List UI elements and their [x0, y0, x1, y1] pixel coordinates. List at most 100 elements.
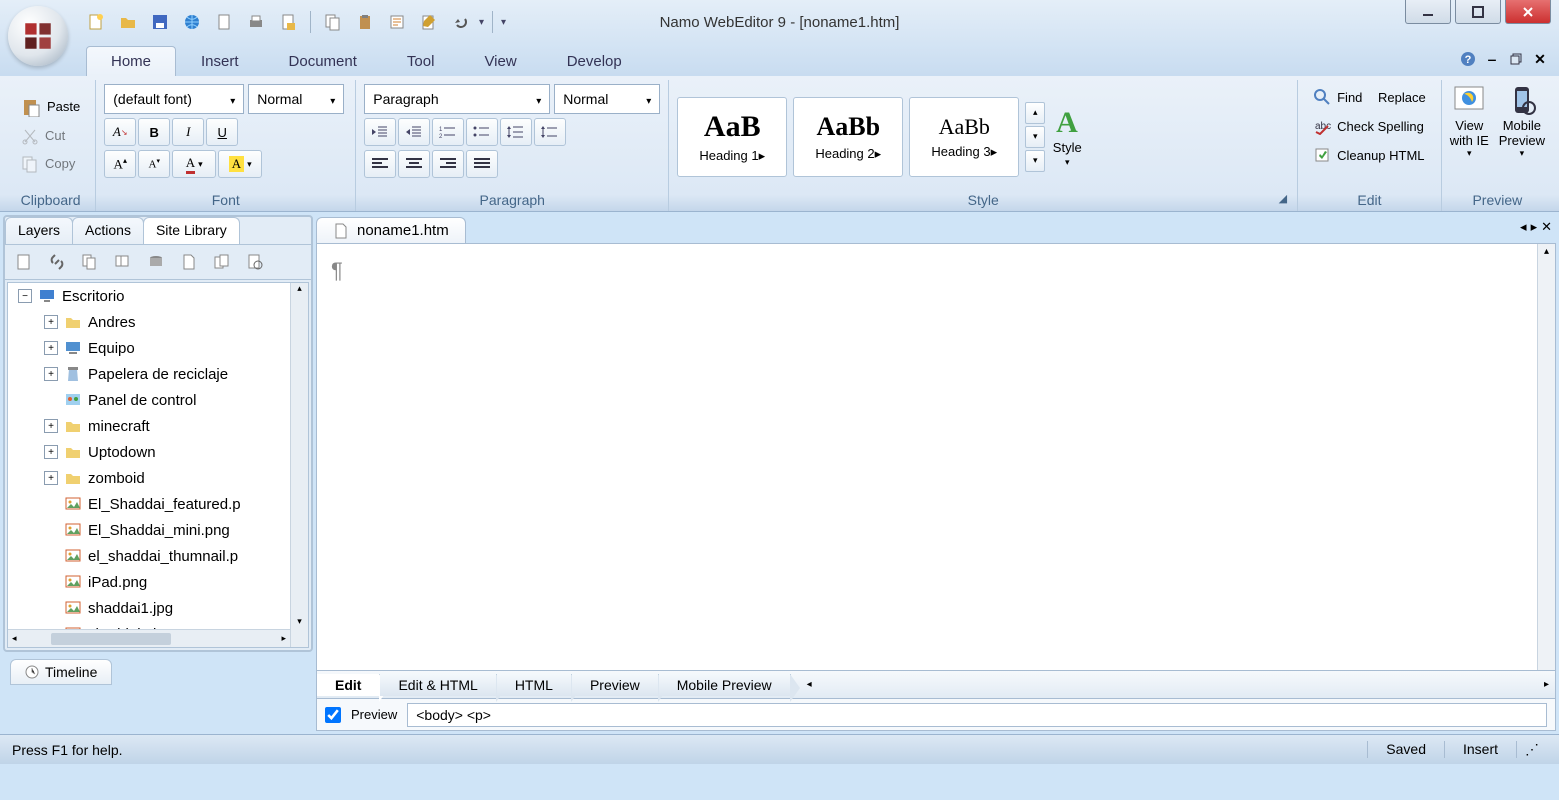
style-heading3[interactable]: AaBbHeading 3▸: [909, 97, 1019, 177]
file-tree[interactable]: −Escritorio+Andres+Equipo+Papelera de re…: [7, 282, 309, 648]
print-button[interactable]: [242, 8, 270, 36]
tab-insert[interactable]: Insert: [176, 46, 264, 76]
tab-site-library[interactable]: Site Library: [143, 217, 240, 244]
site-link-button[interactable]: [42, 249, 72, 275]
bold-button[interactable]: B: [138, 118, 170, 146]
style-gallery-scroll[interactable]: ▴▾▾: [1025, 102, 1045, 172]
tree-node[interactable]: +Andres: [8, 309, 308, 335]
copy-button[interactable]: [319, 8, 347, 36]
save-button[interactable]: [146, 8, 174, 36]
tree-node[interactable]: iPad.png: [8, 569, 308, 595]
site-new-button[interactable]: [9, 249, 39, 275]
print-preview-button[interactable]: [210, 8, 238, 36]
tree-node[interactable]: +Uptodown: [8, 439, 308, 465]
underline-button[interactable]: U: [206, 118, 238, 146]
tab-document[interactable]: Document: [264, 46, 382, 76]
paste-button[interactable]: [351, 8, 379, 36]
site-page-button[interactable]: [174, 249, 204, 275]
font-color-button[interactable]: A▾: [172, 150, 216, 178]
tree-node[interactable]: +Papelera de reciclaje: [8, 361, 308, 387]
editor-vscrollbar[interactable]: ▴: [1537, 244, 1555, 670]
tab-develop[interactable]: Develop: [542, 46, 647, 76]
attach-button[interactable]: [274, 8, 302, 36]
minimize-button[interactable]: [1405, 0, 1451, 24]
form-button[interactable]: [383, 8, 411, 36]
edit-button[interactable]: [415, 8, 443, 36]
status-resize-grip[interactable]: ⋰: [1516, 741, 1547, 758]
web-button[interactable]: [178, 8, 206, 36]
grow-font-button[interactable]: A▴: [104, 150, 136, 178]
element-path[interactable]: <body> <p>: [407, 703, 1547, 727]
font-size-select[interactable]: Normal: [248, 84, 344, 114]
paste-button-ribbon[interactable]: Paste: [14, 93, 87, 121]
tree-node[interactable]: −Escritorio: [8, 283, 308, 309]
highlight-button[interactable]: A▾: [218, 150, 262, 178]
tree-node[interactable]: +Equipo: [8, 335, 308, 361]
tab-home[interactable]: Home: [86, 46, 176, 76]
vtab-preview[interactable]: Preview: [572, 674, 659, 696]
help-button[interactable]: ?: [1459, 50, 1477, 68]
tab-actions[interactable]: Actions: [72, 217, 144, 244]
line-spacing-button[interactable]: [500, 118, 532, 146]
font-name-select[interactable]: (default font): [104, 84, 244, 114]
vtab-html[interactable]: HTML: [497, 674, 572, 696]
qat-customize-dropdown[interactable]: ▾: [501, 17, 506, 28]
align-center-button[interactable]: [398, 150, 430, 178]
clear-format-button[interactable]: A↘: [104, 118, 136, 146]
tree-node[interactable]: El_Shaddai_featured.p: [8, 491, 308, 517]
scroll-down-icon[interactable]: ▾: [1025, 126, 1045, 148]
tree-node[interactable]: +zomboid: [8, 465, 308, 491]
editor-canvas[interactable]: ¶ ▴: [316, 243, 1556, 671]
open-file-button[interactable]: [114, 8, 142, 36]
document-tab[interactable]: noname1.htm: [316, 217, 466, 243]
site-refresh-button[interactable]: [141, 249, 171, 275]
spell-check-button[interactable]: abcCheck Spelling: [1306, 113, 1431, 139]
align-left-button[interactable]: [364, 150, 396, 178]
scroll-more-icon[interactable]: ▾: [1025, 150, 1045, 172]
find-replace-button[interactable]: Find Replace: [1306, 84, 1433, 110]
copy-button-ribbon[interactable]: Copy: [14, 151, 82, 177]
scroll-up-icon[interactable]: ▴: [1025, 102, 1045, 124]
style-launcher[interactable]: ◢: [1279, 192, 1287, 205]
shrink-font-button[interactable]: A▾: [138, 150, 170, 178]
mdi-restore-button[interactable]: [1507, 50, 1525, 68]
mobile-preview-button[interactable]: Mobile Preview▾: [1499, 84, 1545, 159]
cleanup-html-button[interactable]: Cleanup HTML: [1306, 142, 1431, 168]
line-spacing2-button[interactable]: [534, 118, 566, 146]
close-button[interactable]: [1505, 0, 1551, 24]
tree-node[interactable]: El_Shaddai_mini.png: [8, 517, 308, 543]
vtab-edit[interactable]: Edit: [317, 674, 380, 696]
tab-tool[interactable]: Tool: [382, 46, 460, 76]
mdi-minimize-button[interactable]: ‒: [1483, 50, 1501, 68]
vtab-mobile-preview[interactable]: Mobile Preview: [659, 674, 791, 696]
indent-button[interactable]: [398, 118, 430, 146]
numbered-list-button[interactable]: 12: [432, 118, 464, 146]
app-menu-button[interactable]: [8, 6, 68, 66]
new-file-button[interactable]: [82, 8, 110, 36]
editor-hscrollbar[interactable]: ◂▸: [801, 679, 1555, 690]
tree-hscrollbar[interactable]: ◂▸: [8, 629, 290, 647]
tab-timeline[interactable]: Timeline: [10, 659, 112, 685]
style-dropdown[interactable]: A Style ▾: [1051, 106, 1083, 168]
style-heading1[interactable]: AaBHeading 1▸: [677, 97, 787, 177]
undo-button[interactable]: [447, 8, 475, 36]
bullet-list-button[interactable]: [466, 118, 498, 146]
align-justify-button[interactable]: [466, 150, 498, 178]
tree-node[interactable]: +minecraft: [8, 413, 308, 439]
site-copy-button[interactable]: [108, 249, 138, 275]
paragraph-style-select[interactable]: Paragraph: [364, 84, 550, 114]
site-search-button[interactable]: [240, 249, 270, 275]
view-ie-button[interactable]: View with IE▾: [1450, 84, 1489, 159]
doc-next-button[interactable]: ▸: [1531, 219, 1538, 235]
site-pages-button[interactable]: [75, 249, 105, 275]
tree-vscrollbar[interactable]: ▴▾: [290, 283, 308, 647]
doc-prev-button[interactable]: ◂: [1520, 219, 1527, 235]
tree-node[interactable]: el_shaddai_thumnail.p: [8, 543, 308, 569]
vtab-edit-html[interactable]: Edit & HTML: [380, 674, 496, 696]
paragraph-variant-select[interactable]: Normal: [554, 84, 660, 114]
site-stack-button[interactable]: [207, 249, 237, 275]
tab-view[interactable]: View: [459, 46, 541, 76]
mdi-close-button[interactable]: ✕: [1531, 50, 1549, 68]
tree-node[interactable]: Panel de control: [8, 387, 308, 413]
align-right-button[interactable]: [432, 150, 464, 178]
